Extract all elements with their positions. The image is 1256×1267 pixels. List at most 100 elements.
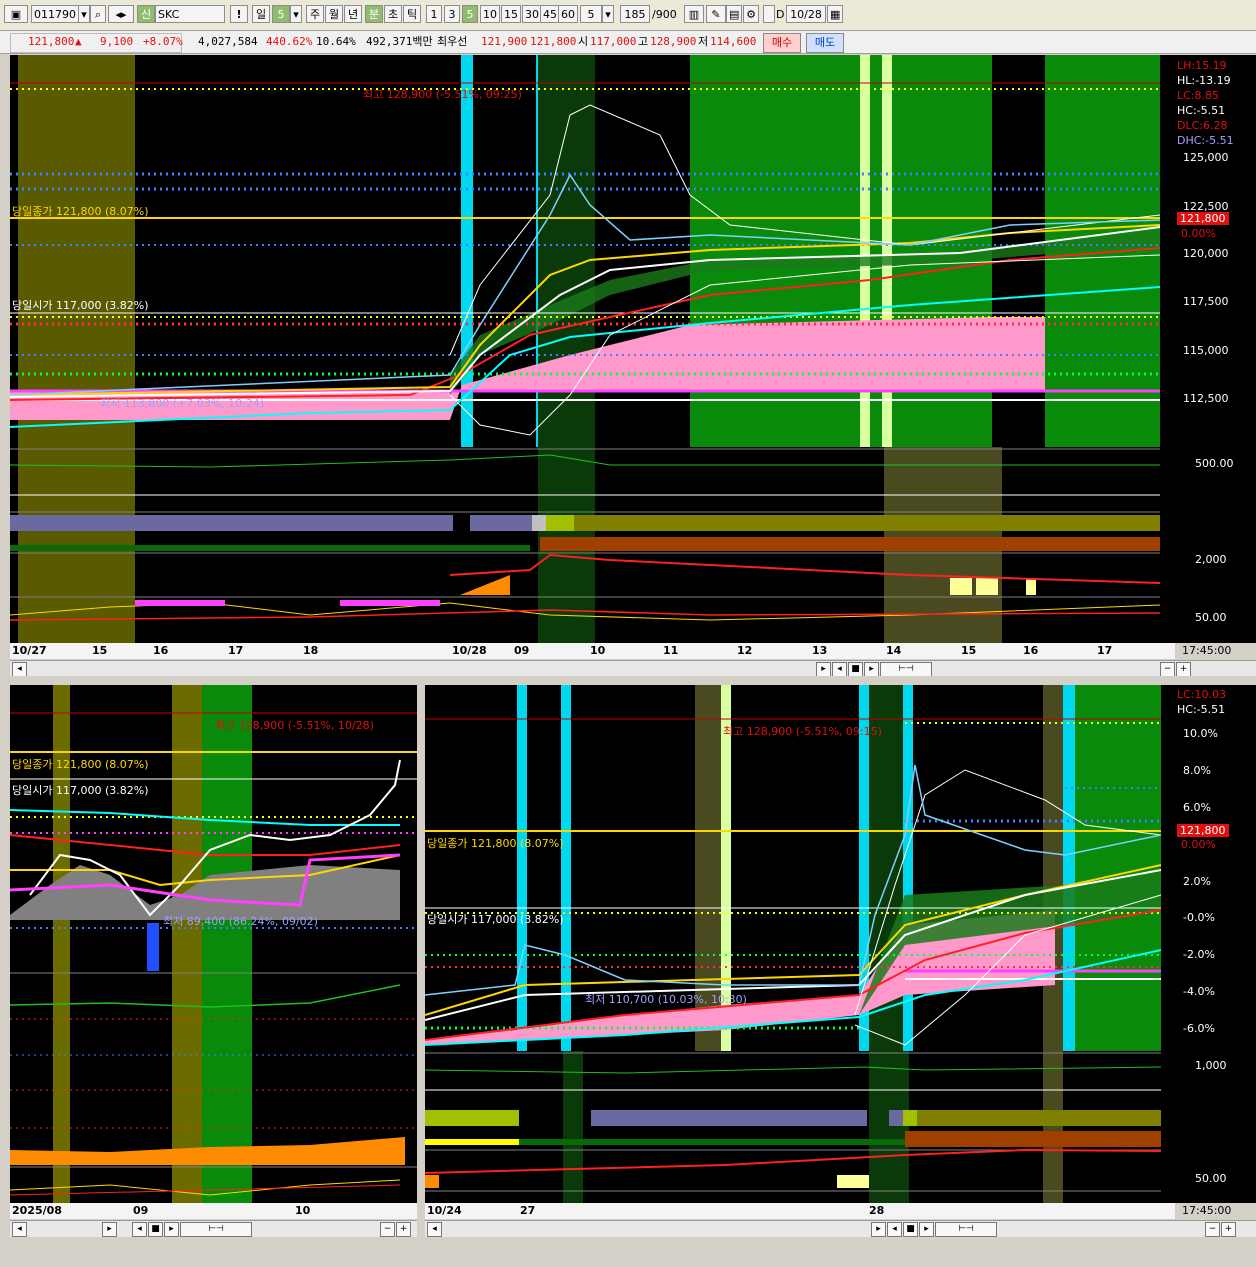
panel-divider-vertical[interactable] — [417, 685, 425, 1237]
count-field[interactable]: 185 — [620, 5, 650, 23]
period-day-button[interactable]: 일 — [252, 5, 270, 23]
low-price: 114,600 — [710, 35, 757, 48]
sell-button[interactable]: 매도 — [806, 33, 844, 53]
left-low-annotation: 최저 89,400 (86.24%, 09/02) — [163, 915, 318, 928]
open-price: 117,000 — [590, 35, 637, 48]
zoom-slider[interactable]: ⊢⊣ — [180, 1222, 252, 1237]
scroll-right-icon[interactable]: ▸ — [102, 1222, 117, 1237]
right-x-axis: 10/24 27 28 — [425, 1203, 1175, 1219]
zone-olive — [18, 55, 135, 643]
code-dropdown-icon[interactable]: ▾ — [78, 5, 90, 23]
scroll-left-icon[interactable]: ◂ — [427, 1222, 442, 1237]
minute-15-button[interactable]: 15 — [501, 5, 521, 23]
minute-10-button[interactable]: 10 — [480, 5, 500, 23]
left-scrollbar[interactable]: ◂ ▸ ◂ ■ ▸ ⊢⊣ − + — [10, 1220, 417, 1237]
scroll-left-icon[interactable]: ◂ — [12, 662, 27, 677]
count-total: /900 — [652, 8, 677, 21]
search-icon[interactable]: ⌕ — [90, 5, 106, 23]
minute-3-button[interactable]: 3 — [444, 5, 460, 23]
stop-icon[interactable]: ■ — [148, 1222, 163, 1237]
scroll-left-icon[interactable]: ◂ — [12, 1222, 27, 1237]
buy-button[interactable]: 매수 — [763, 33, 801, 53]
top-chart-panel[interactable]: 최고 128,900 (-5.51%, 09:25) 당일종가 121,800 … — [10, 55, 1175, 643]
period-tick-button[interactable]: 틱 — [403, 5, 421, 23]
stat-lc: LC:8.85 — [1177, 89, 1220, 102]
sub-tick: 50.00 — [1195, 1172, 1227, 1185]
left-chart-panel[interactable]: 최고 128,900 (-5.51%, 10/28) 당일종가 121,800 … — [10, 685, 417, 1203]
minute-60-button[interactable]: 60 — [558, 5, 578, 23]
stat-lc: LC:10.03 — [1177, 688, 1227, 701]
period-minute-button[interactable]: 분 — [365, 5, 383, 23]
right-chart-panel[interactable]: 최고 128,900 (-5.51%, 09:15) 당일종가 121,800 … — [425, 685, 1175, 1203]
bid-price: 121,800 — [530, 35, 577, 48]
scroll-right-icon[interactable]: ▸ — [816, 662, 831, 677]
zoom-in-icon[interactable]: + — [1176, 662, 1191, 677]
prev-next-icon[interactable]: ◂▸ — [108, 5, 134, 23]
stop-icon[interactable]: ■ — [903, 1222, 918, 1237]
market-badge: 신 — [137, 5, 155, 23]
top-close-label: 당일종가 121,800 (8.07%) — [12, 205, 149, 218]
zoom-in-icon[interactable]: + — [396, 1222, 411, 1237]
stock-code-input[interactable]: 011790 — [31, 5, 79, 23]
period-year-button[interactable]: 년 — [344, 5, 362, 23]
period-week-button[interactable]: 주 — [306, 5, 324, 23]
top-high-annotation: 최고 128,900 (-5.51%, 09:25) — [363, 88, 522, 101]
day-dropdown-icon[interactable]: ▾ — [290, 5, 302, 23]
chart-toolbar: ▣ 011790 ▾ ⌕ ◂▸ 신 SKC ! 일 5 ▾ 주 월 년 분 초 … — [0, 0, 1256, 31]
zoom-slider[interactable]: ⊢⊣ — [935, 1222, 997, 1237]
x-tick: 12 — [737, 644, 753, 657]
date-input[interactable]: 10/28 — [786, 5, 826, 23]
play-back-icon[interactable]: ◂ — [887, 1222, 902, 1237]
zoom-out-icon[interactable]: − — [380, 1222, 395, 1237]
signal-strip-2 — [10, 545, 530, 551]
stock-name-field[interactable]: SKC — [155, 5, 225, 23]
trade-amount: 492,371백만 — [366, 35, 433, 48]
stop-icon[interactable]: ■ — [848, 662, 863, 677]
top-scrollbar[interactable]: ◂ ▸ ◂ ■ ▸ ⊢⊣ − + — [10, 660, 1256, 677]
gear-icon[interactable]: ⚙ — [743, 5, 759, 23]
calendar-icon[interactable]: ▦ — [827, 5, 843, 23]
period-second-button[interactable]: 초 — [384, 5, 402, 23]
x-tick: 13 — [812, 644, 828, 657]
minute-5-button[interactable]: 5 — [462, 5, 478, 23]
left-close-label: 당일종가 121,800 (8.07%) — [12, 758, 149, 771]
panel-divider[interactable] — [0, 676, 1256, 684]
right-scrollbar[interactable]: ◂ ▸ ◂ ■ ▸ ⊢⊣ − + — [425, 1220, 1256, 1237]
unit-field[interactable]: 5 — [580, 5, 602, 23]
right-price-tag: 121,800 — [1177, 824, 1229, 837]
zoom-slider[interactable]: ⊢⊣ — [880, 662, 932, 677]
x-tick: 10 — [590, 644, 606, 657]
scroll-right-icon[interactable]: ▸ — [871, 1222, 886, 1237]
play-icon[interactable]: ▸ — [919, 1222, 934, 1237]
alert-button[interactable]: ! — [230, 5, 248, 23]
x-tick: 15 — [92, 644, 108, 657]
best-quote-label: 최우선 — [437, 35, 468, 48]
day-value-field[interactable]: 5 — [272, 5, 290, 23]
play-back-icon[interactable]: ◂ — [832, 662, 847, 677]
x-tick: 09 — [133, 1204, 149, 1217]
draw-tool-icon[interactable]: ✎ — [706, 5, 726, 23]
window-icon[interactable]: ▣ — [4, 5, 28, 23]
chart-type-icon[interactable]: ▥ — [684, 5, 704, 23]
play-back-icon[interactable]: ◂ — [132, 1222, 147, 1237]
period-month-button[interactable]: 월 — [325, 5, 343, 23]
unit-dropdown-icon[interactable]: ▾ — [602, 5, 614, 23]
zoom-in-icon[interactable]: + — [1221, 1222, 1236, 1237]
open-label: 시 — [578, 35, 589, 48]
minute-30-button[interactable]: 30 — [522, 5, 542, 23]
y-tick: 120,000 — [1183, 247, 1229, 260]
play-icon[interactable]: ▸ — [164, 1222, 179, 1237]
zoom-out-icon[interactable]: − — [1160, 662, 1175, 677]
date-checkbox[interactable] — [763, 5, 775, 23]
x-tick: 18 — [303, 644, 319, 657]
play-icon[interactable]: ▸ — [864, 662, 879, 677]
y-tick: 8.0% — [1183, 764, 1211, 777]
save-icon[interactable]: ▤ — [726, 5, 742, 23]
minute-1-button[interactable]: 1 — [426, 5, 442, 23]
y-tick: -6.0% — [1183, 1022, 1215, 1035]
left-open-label: 당일시가 117,000 (3.82%) — [12, 784, 149, 797]
left-high-annotation: 최고 128,900 (-5.51%, 10/28) — [215, 719, 374, 732]
minute-45-button[interactable]: 45 — [540, 5, 560, 23]
zoom-out-icon[interactable]: − — [1205, 1222, 1220, 1237]
x-tick: 15 — [961, 644, 977, 657]
